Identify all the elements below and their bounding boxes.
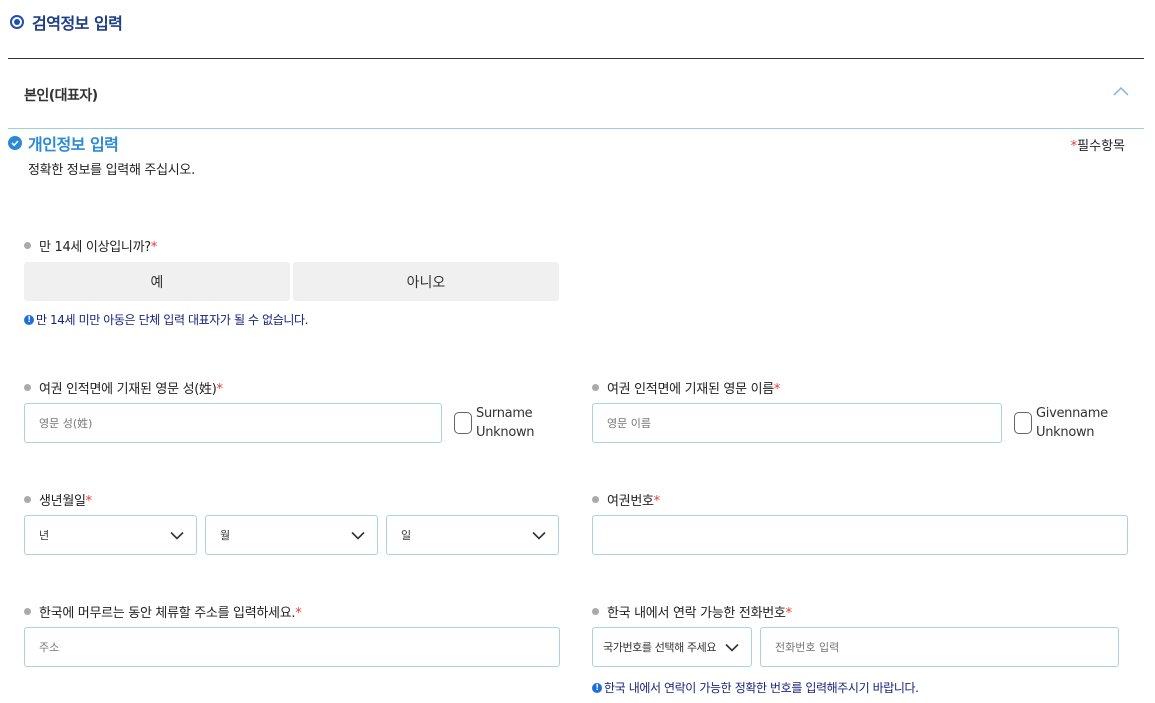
- check-circle-icon: [8, 136, 22, 150]
- surname-label-text: 여권 인적면에 기재된 영문 성(姓): [39, 382, 217, 397]
- age-info-text: 만 14세 미만 아동은 단체 입력 대표자가 될 수 없습니다.: [36, 313, 309, 327]
- chevron-down-icon: [170, 531, 184, 540]
- checkbox-icon[interactable]: [1014, 412, 1032, 434]
- personal-info-title: 개인정보 입력: [28, 135, 119, 154]
- phone-number-input[interactable]: [760, 627, 1119, 667]
- bullet-icon: [24, 496, 31, 503]
- country-code-select[interactable]: 국가번호를 선택해 주세요: [592, 627, 752, 667]
- accordion-header[interactable]: 본인(대표자): [8, 59, 1144, 129]
- age-question-label: 만 14세 이상입니까?*: [24, 236, 157, 255]
- section-title: 검역정보 입력: [32, 14, 123, 33]
- age-no-button[interactable]: 아니오: [293, 262, 559, 301]
- info-icon: !: [24, 314, 34, 325]
- required-star: *: [653, 494, 661, 509]
- checkbox-icon[interactable]: [454, 412, 472, 434]
- personal-info-header: 개인정보 입력: [8, 131, 119, 155]
- bullet-icon: [24, 242, 31, 249]
- birth-year-value: 년: [39, 529, 50, 542]
- birth-day-select[interactable]: 일: [386, 515, 559, 555]
- givenname-input[interactable]: [592, 403, 1002, 443]
- surname-unknown-label: Surname Unknown: [476, 406, 535, 440]
- surname-unknown-checkbox[interactable]: Surname Unknown: [454, 404, 535, 442]
- required-legend: *필수항목: [1071, 135, 1125, 154]
- required-star: *: [85, 494, 93, 509]
- age-question-text: 만 14세 이상입니까?: [39, 240, 151, 255]
- required-legend-text: 필수항목: [1077, 139, 1125, 154]
- birth-day-value: 일: [401, 529, 412, 542]
- chevron-up-icon[interactable]: [1112, 85, 1130, 97]
- radio-dot-icon: [10, 15, 24, 29]
- givenname-label-text: 여권 인적면에 기재된 영문 이름: [607, 382, 774, 397]
- info-icon: !: [592, 682, 602, 693]
- bullet-icon: [24, 608, 31, 615]
- required-star: *: [216, 382, 224, 397]
- required-star: *: [785, 606, 793, 621]
- birth-year-select[interactable]: 년: [24, 515, 197, 555]
- givenname-label: 여권 인적면에 기재된 영문 이름*: [592, 378, 780, 397]
- passport-label-text: 여권번호: [607, 494, 654, 509]
- birth-label: 생년월일*: [24, 490, 92, 509]
- passport-label: 여권번호*: [592, 490, 660, 509]
- chevron-down-icon: [532, 531, 546, 540]
- bullet-icon: [592, 496, 599, 503]
- phone-label: 한국 내에서 연락 가능한 전화번호*: [592, 602, 792, 621]
- required-star: *: [295, 606, 302, 621]
- address-label: 한국에 머무르는 동안 체류할 주소를 입력하세요.*: [24, 602, 302, 621]
- surname-input[interactable]: [24, 403, 442, 443]
- birth-month-value: 월: [220, 529, 231, 542]
- surname-label: 여권 인적면에 기재된 영문 성(姓)*: [24, 378, 223, 397]
- givenname-unknown-checkbox[interactable]: Givenname Unknown: [1014, 404, 1108, 442]
- birth-label-text: 생년월일: [39, 494, 86, 509]
- address-input[interactable]: [24, 627, 560, 667]
- givenname-unknown-label: Givenname Unknown: [1036, 406, 1108, 440]
- bullet-icon: [592, 608, 599, 615]
- section-header: 검역정보 입력: [10, 10, 123, 34]
- bullet-icon: [24, 384, 31, 391]
- birth-month-select[interactable]: 월: [205, 515, 378, 555]
- age-yes-button[interactable]: 예: [24, 262, 290, 301]
- phone-info-text: 한국 내에서 연락이 가능한 정확한 번호를 입력해주시기 바랍니다.: [604, 681, 919, 695]
- address-label-text: 한국에 머무르는 동안 체류할 주소를 입력하세요.: [39, 606, 296, 621]
- phone-label-text: 한국 내에서 연락 가능한 전화번호: [607, 606, 786, 621]
- bullet-icon: [592, 384, 599, 391]
- required-star: *: [773, 382, 781, 397]
- chevron-down-icon: [351, 531, 365, 540]
- required-star: *: [150, 240, 158, 255]
- instruction-text: 정확한 정보를 입력해 주십시오.: [28, 163, 195, 178]
- passport-input[interactable]: [592, 515, 1128, 555]
- age-info-note: ! 만 14세 미만 아동은 단체 입력 대표자가 될 수 없습니다.: [24, 311, 308, 328]
- country-code-value: 국가번호를 선택해 주세요: [603, 641, 717, 654]
- accordion-title: 본인(대표자): [24, 88, 98, 104]
- phone-info-note: ! 한국 내에서 연락이 가능한 정확한 번호를 입력해주시기 바랍니다.: [592, 679, 919, 696]
- chevron-down-icon: [725, 643, 739, 652]
